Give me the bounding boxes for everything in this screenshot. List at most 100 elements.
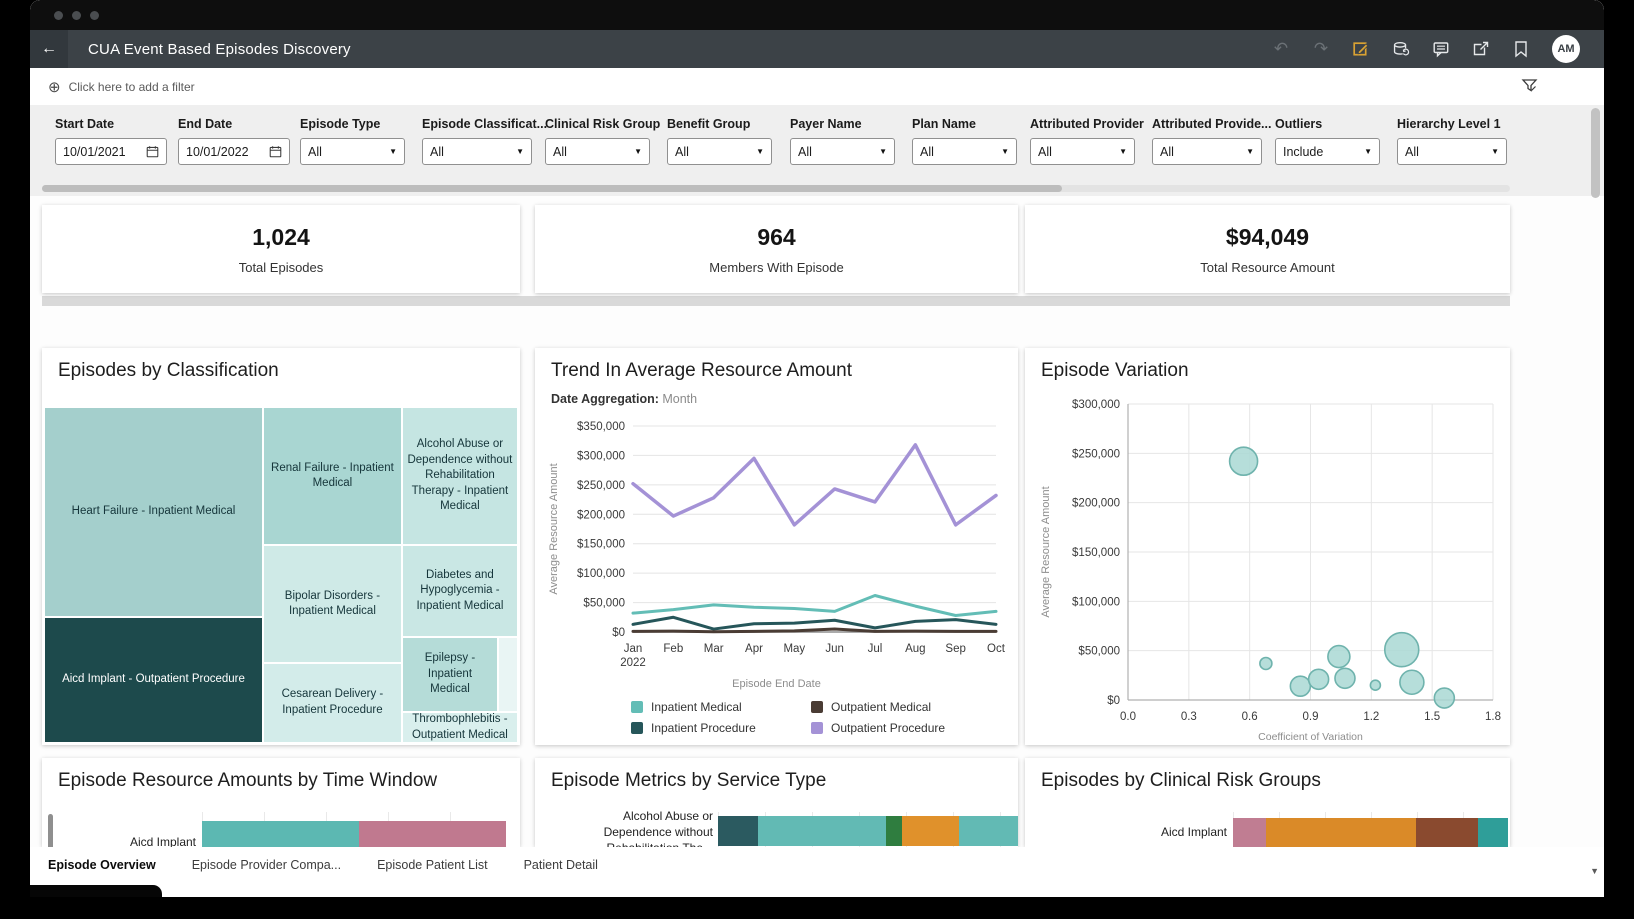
chevron-down-icon[interactable]: ▼ xyxy=(879,147,887,156)
chevron-down-icon[interactable]: ▼ xyxy=(389,147,397,156)
date-aggregation-value[interactable]: Month xyxy=(662,392,697,406)
bar-segment[interactable] xyxy=(886,816,902,846)
dropdown-select[interactable]: All▼ xyxy=(422,138,532,165)
legend-item[interactable]: Inpatient Medical xyxy=(631,700,811,714)
legend-item[interactable]: Outpatient Procedure xyxy=(811,721,991,735)
bar-segment[interactable] xyxy=(1233,818,1266,847)
treemap-tile[interactable]: Epilepsy - Inpatient Medical xyxy=(402,637,498,712)
horizontal-scrollbar[interactable] xyxy=(42,185,1510,192)
chart-title: Episode Resource Amounts by Time Window xyxy=(58,770,437,792)
bar-segment[interactable] xyxy=(202,821,359,847)
svg-text:Feb: Feb xyxy=(663,643,683,655)
stacked-bar[interactable] xyxy=(1233,818,1508,847)
stacked-bar[interactable] xyxy=(718,816,1018,846)
chart-card: Episodes by Clinical Risk GroupsAicd Imp… xyxy=(1025,758,1510,847)
dataset-icon[interactable] xyxy=(1392,40,1410,58)
variation-scatter-chart[interactable]: 0.00.30.60.91.21.51.8$300,000$250,000$20… xyxy=(1031,392,1503,745)
filter-attributed-provider: Attributed ProviderAll▼ xyxy=(1030,117,1135,165)
filter-add-row[interactable]: ⊕ Click here to add a filter xyxy=(30,68,1604,106)
treemap-tile[interactable]: Aicd Implant - Outpatient Procedure xyxy=(44,617,263,743)
bar-segment[interactable] xyxy=(902,816,959,846)
bar-segment[interactable] xyxy=(1478,818,1508,847)
window-dot-2[interactable] xyxy=(72,11,81,20)
x-axis-label: Episode End Date xyxy=(535,678,1018,690)
date-input[interactable]: 10/01/2021 xyxy=(55,138,167,165)
svg-text:Jun: Jun xyxy=(825,643,844,655)
filter-clinical-risk-group: Clinical Risk GroupAll▼ xyxy=(545,117,650,165)
kpi-card[interactable]: 1,024Total Episodes xyxy=(42,205,520,293)
treemap-tile[interactable]: Alcohol Abuse or Dependence without Reha… xyxy=(402,407,518,545)
treemap-tile[interactable] xyxy=(498,637,518,712)
dropdown-select[interactable]: All▼ xyxy=(1397,138,1507,165)
trend-line-chart[interactable]: $350,000$300,000$250,000$200,000$150,000… xyxy=(543,414,1008,676)
add-filter-label[interactable]: Click here to add a filter xyxy=(69,80,195,94)
bar-segment[interactable] xyxy=(1266,818,1416,847)
filter-payer-name: Payer NameAll▼ xyxy=(790,117,895,165)
treemap-tile[interactable]: Bipolar Disorders - Inpatient Medical xyxy=(263,545,402,663)
export-icon[interactable] xyxy=(1472,40,1490,58)
avatar[interactable]: AM xyxy=(1552,35,1580,63)
bar-segment[interactable] xyxy=(758,816,886,846)
vertical-scrollbar-thumb[interactable] xyxy=(1591,108,1600,198)
kpi-value: 1,024 xyxy=(252,224,310,251)
edit-icon[interactable] xyxy=(1352,40,1370,58)
chevron-down-icon[interactable]: ▼ xyxy=(1119,147,1127,156)
chevron-down-icon[interactable]: ▼ xyxy=(516,147,524,156)
filter-value: Include xyxy=(1283,145,1323,159)
undo-icon[interactable]: ↶ xyxy=(1272,40,1290,58)
scatter-bubble xyxy=(1385,633,1419,667)
scatter-bubble xyxy=(1400,670,1424,694)
svg-text:Coefficient of Variation: Coefficient of Variation xyxy=(1258,731,1363,743)
treemap-tile[interactable]: Cesarean Delivery - Inpatient Procedure xyxy=(263,663,402,743)
calendar-icon[interactable] xyxy=(269,145,282,158)
treemap-tile[interactable]: Renal Failure - Inpatient Medical xyxy=(263,407,402,545)
chevron-down-icon[interactable]: ▼ xyxy=(756,147,764,156)
dropdown-select[interactable]: Include ▼ xyxy=(1275,138,1380,165)
bar-segment[interactable] xyxy=(359,821,506,847)
kpi-label: Members With Episode xyxy=(709,260,843,275)
chevron-down-icon[interactable]: ▼ xyxy=(1246,147,1254,156)
treemap-tile[interactable]: Thrombophlebitis - Outpatient Medical xyxy=(402,712,518,743)
stacked-bar[interactable] xyxy=(202,821,506,847)
dropdown-select[interactable]: All▼ xyxy=(300,138,405,165)
scroll-down-icon[interactable]: ▼ xyxy=(1590,866,1599,876)
dropdown-select[interactable]: All▼ xyxy=(1030,138,1135,165)
filter-funnel-icon[interactable] xyxy=(1521,77,1538,99)
chevron-down-icon[interactable]: ▼ xyxy=(1491,147,1499,156)
dropdown-select[interactable]: All▼ xyxy=(545,138,650,165)
calendar-icon[interactable] xyxy=(146,145,159,158)
redo-icon[interactable]: ↷ xyxy=(1312,40,1330,58)
legend-item[interactable]: Outpatient Medical xyxy=(811,700,991,714)
treemap-tile[interactable]: Diabetes and Hypoglycemia - Inpatient Me… xyxy=(402,545,518,637)
add-filter-plus-icon[interactable]: ⊕ xyxy=(48,78,61,96)
tab-patient-detail[interactable]: Patient Detail xyxy=(524,858,598,897)
chevron-down-icon[interactable]: ▼ xyxy=(634,147,642,156)
bar-segment[interactable] xyxy=(1416,818,1478,847)
treemap-tile[interactable]: Heart Failure - Inpatient Medical xyxy=(44,407,263,617)
tab-episode-patient-list[interactable]: Episode Patient List xyxy=(377,858,488,897)
window-dot-3[interactable] xyxy=(90,11,99,20)
back-arrow-icon: ← xyxy=(41,40,57,58)
dropdown-select[interactable]: All ▼ xyxy=(1152,138,1262,165)
date-input[interactable]: 10/01/2022 xyxy=(178,138,290,165)
dropdown-select[interactable]: All▼ xyxy=(912,138,1017,165)
legend-item[interactable]: Inpatient Procedure xyxy=(631,721,811,735)
filter-value: All xyxy=(1160,145,1174,159)
svg-text:Average Resource Amount: Average Resource Amount xyxy=(1040,486,1052,617)
kpi-card[interactable]: 964Members With Episode xyxy=(535,205,1018,293)
tab-episode-provider-compa[interactable]: Episode Provider Compa... xyxy=(192,858,341,897)
window-dot-1[interactable] xyxy=(54,11,63,20)
horizontal-scrollbar-thumb[interactable] xyxy=(42,185,1062,192)
kpi-card[interactable]: $94,049Total Resource Amount xyxy=(1025,205,1510,293)
chevron-down-icon[interactable]: ▼ xyxy=(1364,147,1372,156)
back-button[interactable]: ← xyxy=(30,30,68,68)
bar-segment[interactable] xyxy=(959,816,1018,846)
comment-icon[interactable] xyxy=(1432,40,1450,58)
dropdown-select[interactable]: All▼ xyxy=(790,138,895,165)
dropdown-select[interactable]: All▼ xyxy=(667,138,772,165)
chevron-down-icon[interactable]: ▼ xyxy=(1001,147,1009,156)
bar-segment[interactable] xyxy=(718,816,758,846)
kpi-label: Total Resource Amount xyxy=(1200,260,1334,275)
scatter-bubble xyxy=(1230,447,1258,475)
bookmark-icon[interactable] xyxy=(1512,40,1530,58)
